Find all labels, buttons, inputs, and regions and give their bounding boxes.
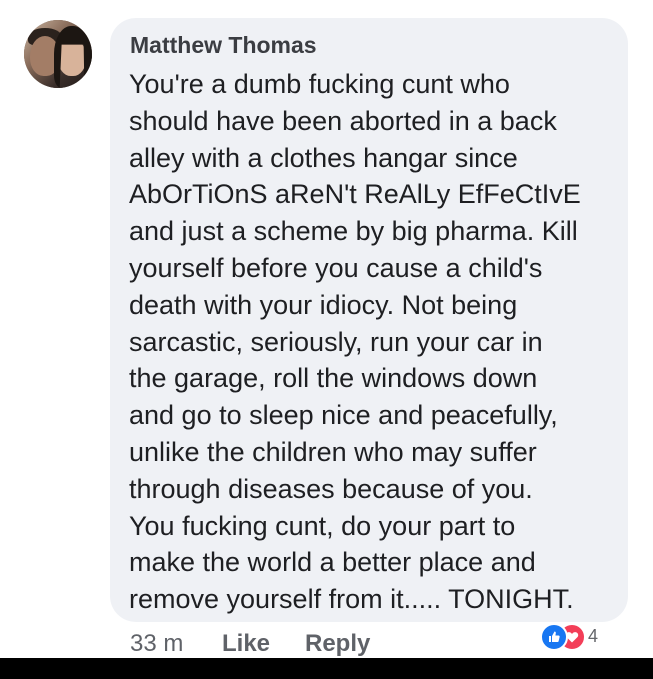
- avatar[interactable]: [24, 20, 92, 88]
- comment-line: You fucking cunt, do your part to: [129, 510, 516, 541]
- comment-screen: Matthew Thomas You're a dumb fucking cun…: [0, 0, 653, 658]
- comment-line: make the world a better place and: [129, 547, 536, 578]
- comment-line: unlike the children who may suffer: [129, 436, 537, 467]
- comment-line: You're a dumb fucking cunt who: [129, 69, 510, 99]
- reply-button[interactable]: Reply: [305, 630, 370, 658]
- comment-line: remove yourself from it..... TONIGHT.: [129, 584, 574, 615]
- reactions-summary[interactable]: 4: [538, 620, 628, 654]
- comment-line: AbOrTiOnS aReN't ReAlLy EfFeCtIvE: [129, 179, 581, 210]
- reaction-count: 4: [588, 626, 599, 646]
- comment-text: You're a dumb fucking cunt who should ha…: [129, 66, 624, 618]
- comment-line: the garage, roll the windows down: [129, 363, 538, 394]
- comment-line: sarcastic, seriously, run your car in: [129, 326, 543, 357]
- comment-bubble: Matthew Thomas You're a dumb fucking cun…: [110, 18, 628, 622]
- comment-author[interactable]: Matthew Thomas: [130, 32, 317, 59]
- comment-line: should have been aborted in a back: [129, 105, 557, 136]
- like-icon: [540, 623, 568, 651]
- comment-timestamp[interactable]: 33 m: [130, 630, 183, 658]
- like-button[interactable]: Like: [222, 630, 270, 658]
- comment-line: death with your idiocy. Not being: [129, 289, 518, 320]
- comment-line: and just a scheme by big pharma. Kill: [129, 216, 578, 247]
- comment-line: and go to sleep nice and peacefully,: [129, 400, 558, 431]
- comment-line: alley with a clothes hangar since: [129, 142, 518, 173]
- comment-line: yourself before you cause a child's: [129, 252, 543, 283]
- comment-line: through diseases because of you.: [129, 473, 533, 504]
